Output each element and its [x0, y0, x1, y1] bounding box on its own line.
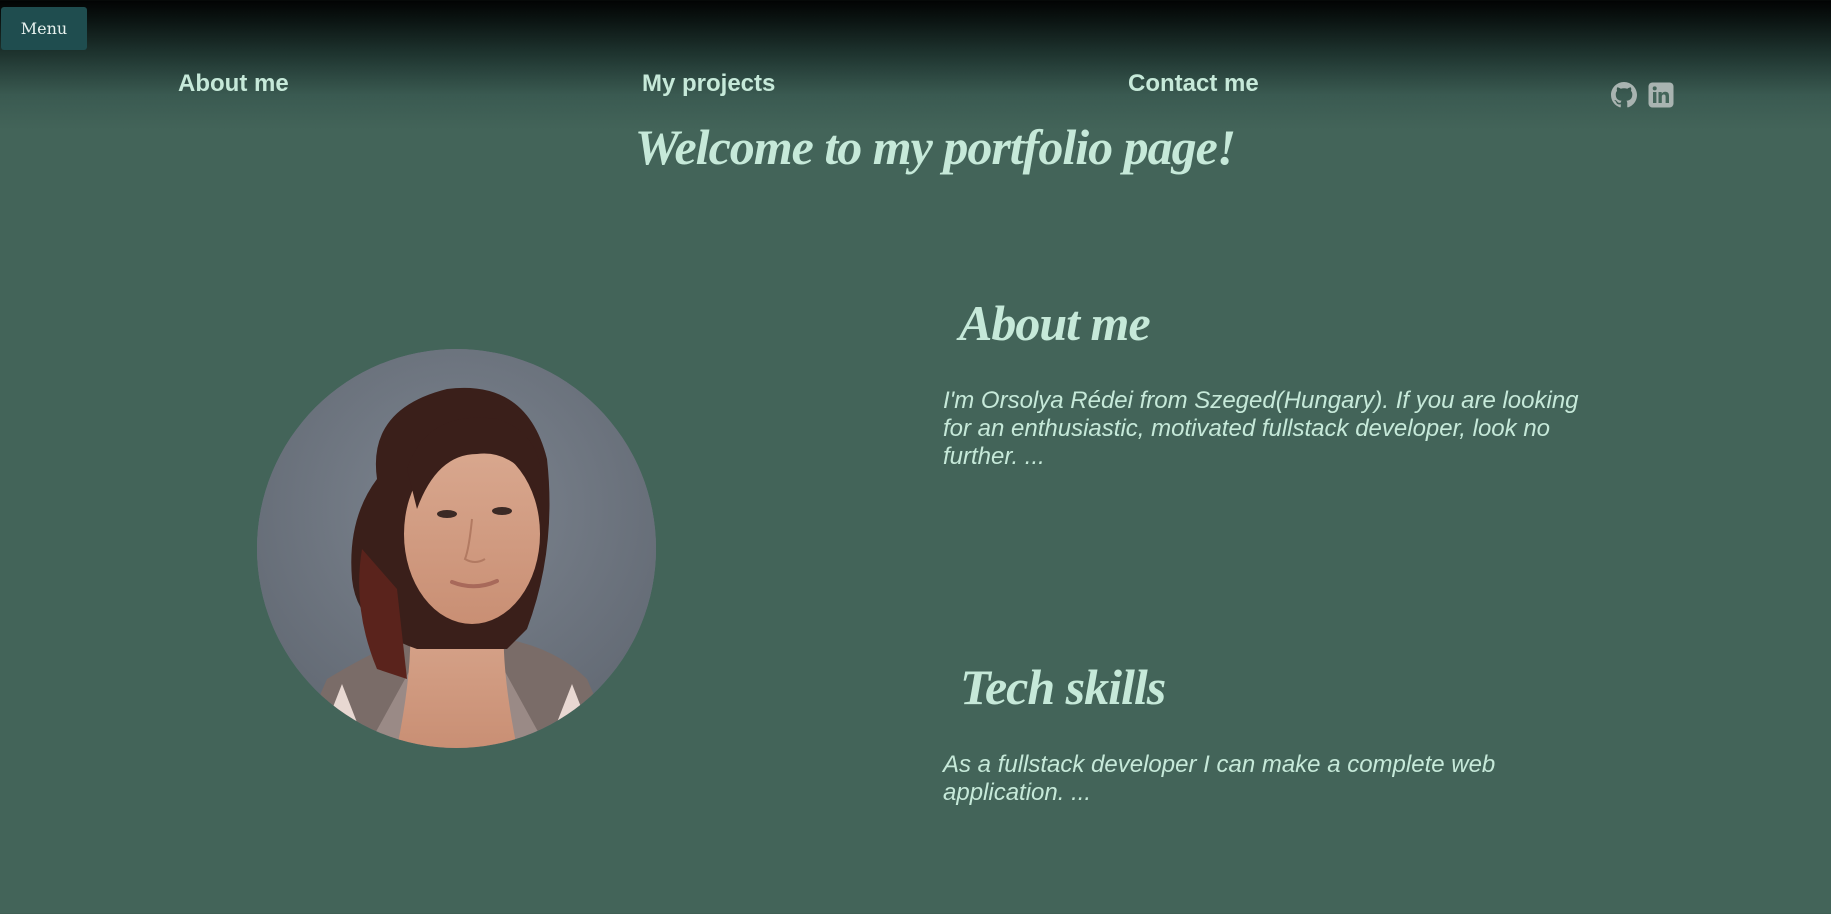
about-me-text: I'm Orsolya Rédei from Szeged(Hungary). …	[943, 387, 1579, 470]
nav-link-about-me[interactable]: About me	[178, 70, 289, 98]
linkedin-link[interactable]	[1648, 82, 1674, 108]
tech-skills-heading: Tech skills	[960, 659, 1166, 715]
github-icon	[1611, 82, 1637, 108]
page-title: Welcome to my portfolio page!	[634, 119, 1237, 175]
github-link[interactable]	[1611, 82, 1637, 108]
nav-link-my-projects[interactable]: My projects	[642, 70, 775, 98]
profile-photo	[257, 349, 656, 748]
menu-button[interactable]: Menu	[1, 7, 87, 50]
tech-skills-text: As a fullstack developer I can make a co…	[943, 751, 1496, 806]
about-me-heading: About me	[959, 295, 1151, 351]
linkedin-icon	[1648, 82, 1674, 108]
nav-link-contact-me[interactable]: Contact me	[1128, 70, 1259, 98]
